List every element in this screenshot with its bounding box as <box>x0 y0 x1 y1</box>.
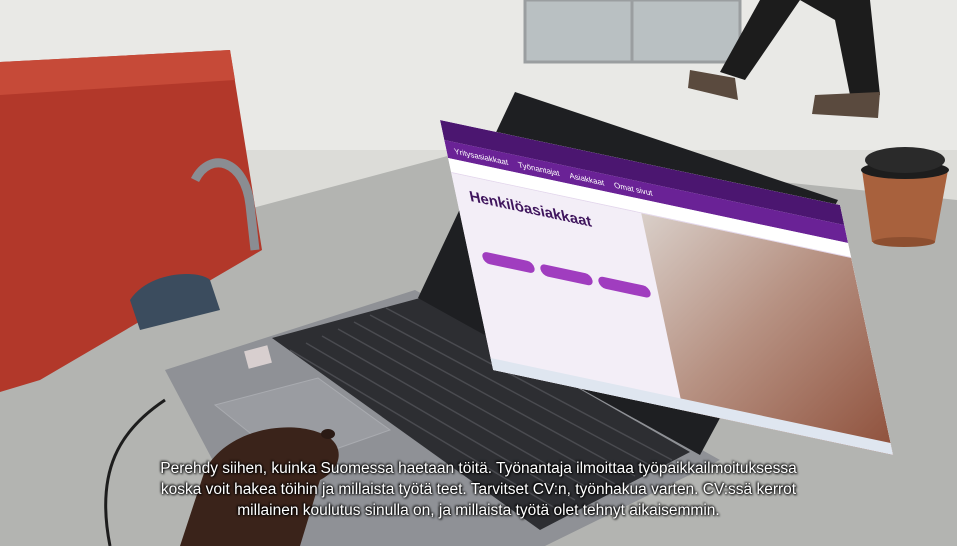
site-hero-button[interactable] <box>539 263 594 287</box>
subtitle-line: Perehdy siihen, kuinka Suomessa haetaan … <box>160 460 797 477</box>
site-hero-button[interactable] <box>597 275 652 299</box>
coffee-cup-icon <box>861 147 949 247</box>
subtitle-line: koska voit hakea töihin ja millaista työ… <box>160 481 797 498</box>
site-hero-button[interactable] <box>481 250 536 275</box>
subtitle-line: millainen koulutus sinulla on, ja millai… <box>237 502 720 519</box>
video-subtitle: Perehdy siihen, kuinka Suomessa haetaan … <box>0 458 957 521</box>
